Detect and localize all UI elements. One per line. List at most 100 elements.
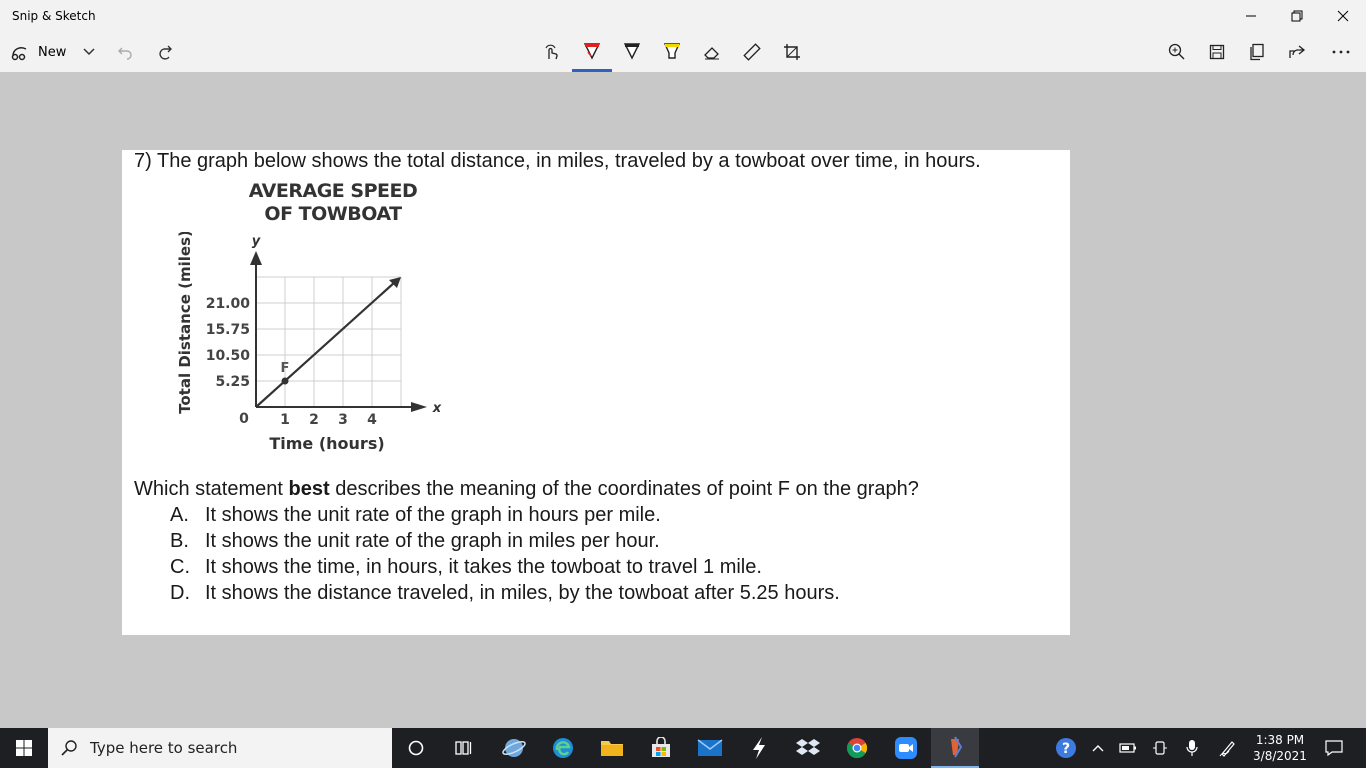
microphone-button[interactable] <box>1176 728 1208 768</box>
taskbar-app-zoom[interactable] <box>882 728 930 768</box>
chart-title: AVERAGE SPEED OF TOWBOAT <box>226 180 440 226</box>
option-c: C. It shows the time, in hours, it takes … <box>170 556 762 579</box>
new-label: New <box>38 44 67 60</box>
chart-title-line1: AVERAGE SPEED <box>248 180 418 202</box>
minimize-button[interactable] <box>1228 0 1274 32</box>
option-d: D. It shows the distance traveled, in mil… <box>170 582 840 605</box>
option-text: It shows the time, in hours, it takes th… <box>205 556 762 578</box>
taskbar-app-store[interactable] <box>637 728 685 768</box>
help-button[interactable]: ? <box>1050 728 1082 768</box>
undo-icon <box>118 47 132 60</box>
battery-icon <box>1119 743 1136 753</box>
y-axis-letter: y <box>252 234 261 249</box>
copy-button[interactable] <box>1238 32 1276 72</box>
task-view-button[interactable] <box>440 728 488 768</box>
touch-writing-icon <box>545 44 558 60</box>
y-tick-label: 10.50 <box>206 348 251 364</box>
option-letter: B. <box>170 530 189 552</box>
copy-icon <box>1250 43 1264 61</box>
show-hidden-icons-button[interactable] <box>1082 728 1114 768</box>
touch-writing-button[interactable] <box>533 32 571 72</box>
mail-icon <box>697 739 723 756</box>
cortana-icon <box>408 740 424 756</box>
highlighter-button[interactable] <box>653 32 691 72</box>
series-line <box>255 281 396 408</box>
dropbox-icon <box>796 739 820 755</box>
notifications-button[interactable] <box>1318 728 1350 768</box>
y-tick-label: 21.00 <box>206 296 251 312</box>
search-placeholder: Type here to search <box>90 739 238 757</box>
x-tick-label: 1 <box>280 412 290 428</box>
ballpoint-pen-button[interactable] <box>573 32 611 72</box>
towboat-chart: y x 5.25 10.50 15.75 21.00 1 2 3 4 0 Time (hours) To… <box>176 232 442 453</box>
more-options-button[interactable] <box>1322 32 1360 72</box>
taskbar-app-file-explorer[interactable] <box>588 728 636 768</box>
crop-button[interactable] <box>773 32 811 72</box>
clock[interactable]: 1:38 PM 3/8/2021 <box>1250 732 1310 764</box>
taskbar-app-mail[interactable] <box>686 728 734 768</box>
redo-button[interactable] <box>146 32 184 72</box>
save-button[interactable] <box>1198 32 1236 72</box>
pen-workspace-button[interactable] <box>1212 728 1244 768</box>
eraser-button[interactable] <box>693 32 731 72</box>
taskbar-app-lightning[interactable] <box>735 728 783 768</box>
snip-icon <box>11 47 27 61</box>
edge-icon <box>553 738 573 758</box>
svg-text:?: ? <box>1062 741 1070 757</box>
network-button[interactable] <box>1144 728 1176 768</box>
share-button[interactable] <box>1278 32 1316 72</box>
pencil-icon <box>623 43 641 60</box>
clock-date: 3/8/2021 <box>1253 749 1307 763</box>
x-axis-label: Time (hours) <box>269 434 384 453</box>
option-letter: D. <box>170 582 190 604</box>
battery-button[interactable] <box>1112 728 1144 768</box>
ruler-button[interactable] <box>733 32 771 72</box>
globe-app-icon <box>502 739 526 757</box>
pencil-button[interactable] <box>613 32 651 72</box>
ruler-icon <box>743 43 761 61</box>
zoom-app-icon <box>895 737 917 759</box>
y-axis-arrow <box>250 251 262 265</box>
taskbar-app-edge[interactable] <box>539 728 587 768</box>
y-tick-label: 15.75 <box>206 322 250 338</box>
restore-button[interactable] <box>1274 0 1320 32</box>
taskbar-app-dropbox[interactable] <box>784 728 832 768</box>
highlighter-icon <box>663 43 681 59</box>
x-axis-letter: x <box>432 401 442 416</box>
ballpoint-pen-icon <box>583 43 601 60</box>
chrome-icon <box>846 738 868 759</box>
option-text: It shows the distance traveled, in miles… <box>205 582 840 604</box>
chevron-down-icon <box>83 48 95 56</box>
notification-icon <box>1325 740 1343 756</box>
x-tick-label: 4 <box>367 412 377 428</box>
start-button[interactable] <box>0 728 48 768</box>
redo-icon <box>159 45 172 60</box>
cortana-button[interactable] <box>392 728 440 768</box>
x-axis-arrow <box>411 402 427 412</box>
question-title: 7) The graph below shows the total dista… <box>134 150 981 172</box>
point-f <box>281 377 289 385</box>
help-icon: ? <box>1056 738 1076 758</box>
point-f-label: F <box>281 361 290 376</box>
undo-button[interactable] <box>106 32 144 72</box>
title-bar: Snip & Sketch <box>0 0 1366 32</box>
store-icon <box>652 737 670 757</box>
minimize-icon <box>1246 15 1256 17</box>
close-icon <box>1337 10 1349 22</box>
taskbar-app-snip-sketch[interactable] <box>931 728 979 768</box>
close-button[interactable] <box>1320 0 1366 32</box>
zoom-button[interactable] <box>1158 32 1196 72</box>
zoom-in-icon <box>1168 43 1185 60</box>
taskbar-app-globe[interactable] <box>490 728 538 768</box>
option-a: A. It shows the unit rate of the graph in… <box>170 504 661 527</box>
option-text: It shows the unit rate of the graph in h… <box>205 504 661 526</box>
more-icon <box>1332 50 1350 54</box>
question-bold: best <box>288 478 330 500</box>
crop-icon <box>784 44 800 60</box>
new-dropdown-button[interactable] <box>70 32 108 72</box>
app-title: Snip & Sketch <box>12 9 96 23</box>
search-box[interactable]: Type here to search <box>48 728 392 768</box>
new-button[interactable]: New <box>10 32 66 72</box>
pen-workspace-icon <box>1219 741 1235 757</box>
taskbar-app-chrome[interactable] <box>833 728 881 768</box>
